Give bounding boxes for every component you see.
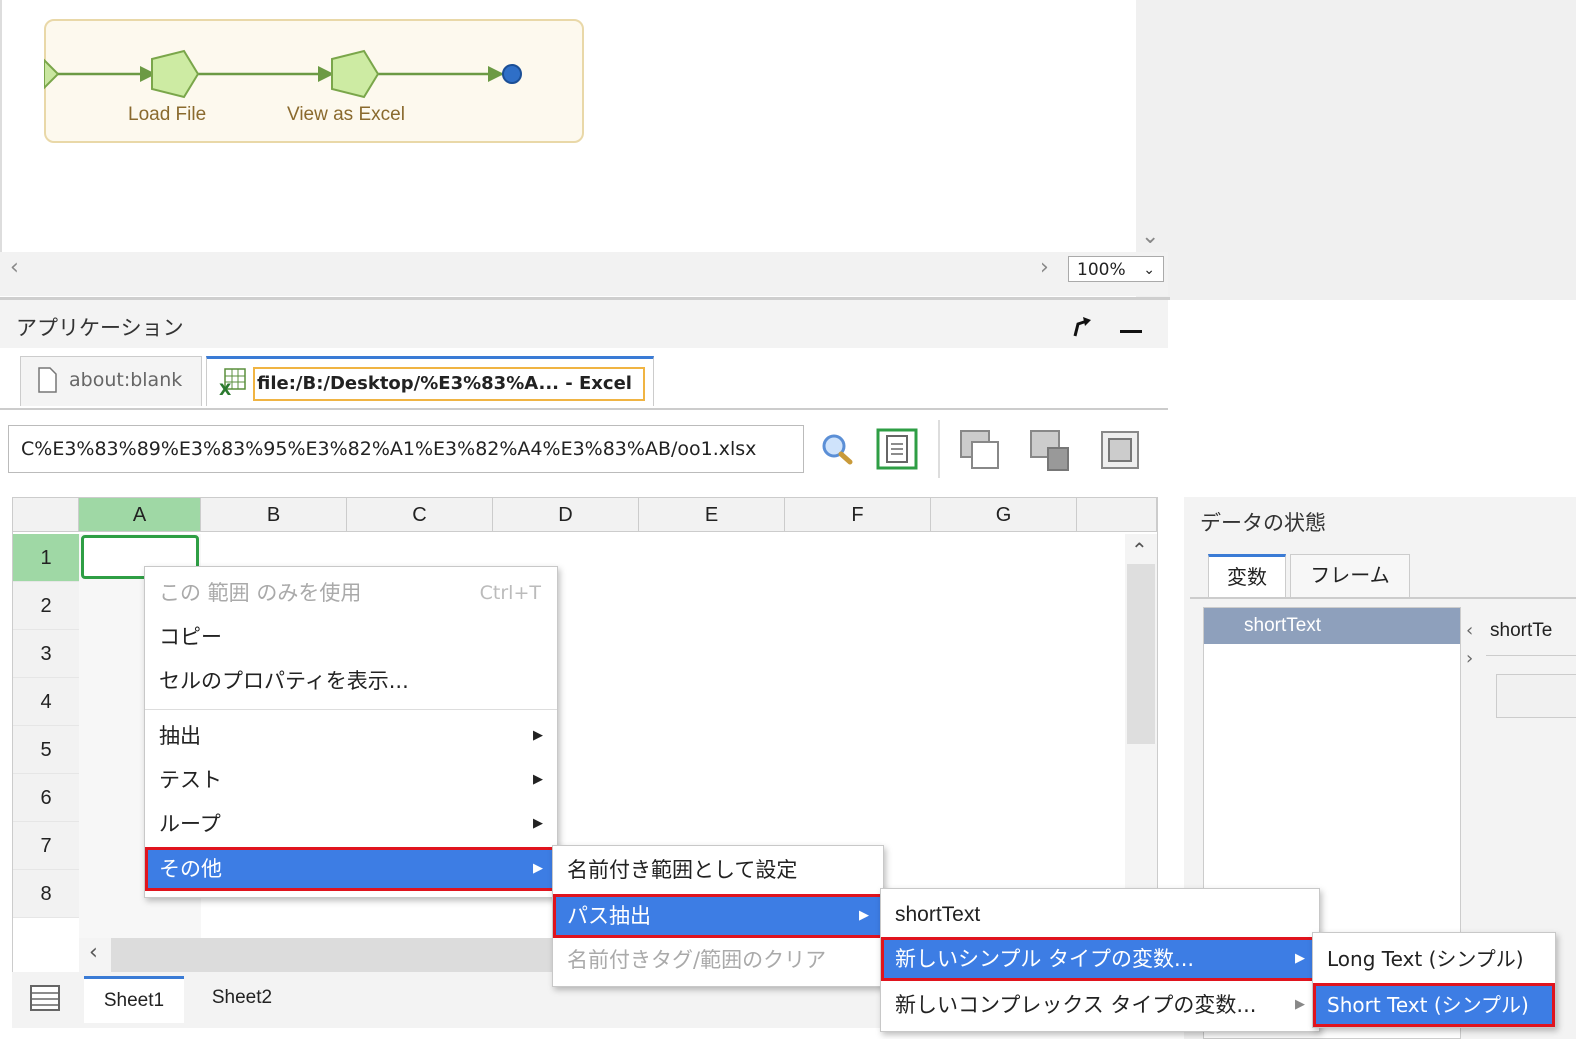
grid-scroll-left-icon[interactable]: ‹ <box>89 940 98 965</box>
menu-separator <box>145 709 557 710</box>
window-zoom-icon[interactable] <box>1098 428 1142 472</box>
submenu-arrow-icon: ▶ <box>533 861 543 876</box>
column-header-f[interactable]: F <box>785 498 931 532</box>
menu-item-use-this-range-only: この 範囲 のみを使用 Ctrl+T <box>145 571 557 615</box>
application-pane-title: アプリケーション <box>16 316 184 340</box>
workflow-arrows <box>44 58 522 90</box>
window-capture-icon[interactable] <box>958 428 1002 472</box>
row-header-2[interactable]: 2 <box>13 582 79 630</box>
column-header-e[interactable]: E <box>639 498 785 532</box>
collapse-left-icon[interactable]: ‹ <box>1466 620 1473 641</box>
scroll-up-icon[interactable]: ⌃ <box>1131 538 1148 562</box>
context-menu: この 範囲 のみを使用 Ctrl+T コピー セルのプロパティを表示... 抽出 ▶… <box>144 566 558 898</box>
menu-item-new-complex-variable[interactable]: 新しいコンプレックス タイプの変数... ▶ <box>881 983 1319 1027</box>
scroll-left-icon[interactable]: ‹ <box>10 255 19 280</box>
column-header-d[interactable]: D <box>493 498 639 532</box>
tab-frames[interactable]: フレーム <box>1290 554 1410 598</box>
excel-icon: X <box>219 368 246 397</box>
menu-item-set-as-named-range[interactable]: 名前付き範囲として設定 <box>553 848 883 892</box>
tab-label: about:blank <box>69 369 183 391</box>
view-as-excel-step-icon[interactable] <box>330 49 380 99</box>
sheet-tab-sheet2[interactable]: Sheet2 <box>192 976 292 1020</box>
shortcut-label: Ctrl+T <box>479 582 541 604</box>
submenu-arrow-icon: ▶ <box>533 816 543 831</box>
row-header-1[interactable]: 1 <box>13 534 79 582</box>
tab-about-blank[interactable]: about:blank <box>20 356 202 406</box>
variable-item-shorttext[interactable]: shortText <box>1204 608 1460 644</box>
load-file-step-icon[interactable] <box>150 49 200 99</box>
page-icon <box>38 367 57 393</box>
scroll-right-icon[interactable]: › <box>1040 255 1049 280</box>
submenu-arrow-icon: ▶ <box>533 772 543 787</box>
row-header-8[interactable]: 8 <box>13 870 79 918</box>
step-label-view-as-excel: View as Excel <box>287 104 405 125</box>
row-header-4[interactable]: 4 <box>13 678 79 726</box>
sheet-list-icon[interactable] <box>30 985 60 1011</box>
menu-item-extract[interactable]: 抽出 ▶ <box>145 714 557 758</box>
menu-item-path-extract[interactable]: パス抽出 ▶ <box>553 894 883 938</box>
url-field[interactable]: C%E3%83%89%E3%83%95%E3%82%A1%E3%82%A4%E3… <box>8 425 804 473</box>
step-label-load-file: Load File <box>128 104 207 125</box>
detail-divider <box>1486 655 1576 656</box>
chevron-down-icon: ⌄ <box>1143 262 1155 278</box>
tab-variables[interactable]: 変数 <box>1208 554 1286 598</box>
submenu-arrow-icon: ▶ <box>533 728 543 743</box>
submenu-arrow-icon: ▶ <box>1295 951 1305 966</box>
collapse-right-icon[interactable]: › <box>1466 648 1473 669</box>
submenu-simple-type: Long Text (シンプル) Short Text (シンプル) <box>1312 932 1556 1028</box>
zoom-select[interactable]: 100% ⌄ <box>1068 256 1164 282</box>
row-header-3[interactable]: 3 <box>13 630 79 678</box>
menu-item-copy[interactable]: コピー <box>145 615 557 659</box>
canvas-side-panel <box>1136 0 1576 300</box>
horizontal-scrollbar[interactable] <box>0 252 1168 296</box>
tab-label: file:/B:/Desktop/%E3%83%A... - Excel <box>253 367 645 401</box>
row-header-7[interactable]: 7 <box>13 822 79 870</box>
toolbar-separator <box>938 420 940 478</box>
column-header-a[interactable]: A <box>79 498 201 532</box>
row-header-6[interactable]: 6 <box>13 774 79 822</box>
row-header-5[interactable]: 5 <box>13 726 79 774</box>
scroll-down-icon[interactable]: ⌄ <box>1141 224 1159 249</box>
column-header-blank <box>1077 498 1157 532</box>
sheet-tab-sheet1[interactable]: Sheet1 <box>84 976 184 1023</box>
corner-header[interactable] <box>13 498 79 532</box>
menu-item-loop[interactable]: ループ ▶ <box>145 802 557 846</box>
menu-item-short-text-simple[interactable]: Short Text (シンプル) <box>1313 983 1555 1027</box>
menu-item-new-simple-variable[interactable]: 新しいシンプル タイプの変数... ▶ <box>881 937 1319 981</box>
submenu-arrow-icon: ▶ <box>1295 997 1305 1012</box>
svg-text:X: X <box>219 380 232 397</box>
menu-item-show-cell-properties[interactable]: セルのプロパティを表示... <box>145 659 557 703</box>
menu-item-clear-named-tag-range: 名前付きタグ/範囲のクリア <box>567 948 827 972</box>
column-header-c[interactable]: C <box>347 498 493 532</box>
data-state-title: データの状態 <box>1200 511 1326 535</box>
menu-item-shorttext[interactable]: shortText <box>881 893 1319 937</box>
submenu-other: 名前付き範囲として設定 パス抽出 ▶ 名前付きタグ/範囲のクリア <box>552 845 884 987</box>
submenu-path-extract: shortText 新しいシンプル タイプの変数... ▶ 新しいコンプレックス … <box>880 888 1320 1032</box>
column-header-b[interactable]: B <box>201 498 347 532</box>
column-header-g[interactable]: G <box>931 498 1077 532</box>
minimize-icon[interactable] <box>1120 330 1142 333</box>
menu-item-other[interactable]: その他 ▶ <box>145 847 557 891</box>
tab-excel-file[interactable]: X file:/B:/Desktop/%E3%83%A... - Excel <box>206 356 654 406</box>
submenu-arrow-icon: ▶ <box>859 908 869 923</box>
search-icon[interactable] <box>816 428 860 472</box>
menu-item-long-text-simple[interactable]: Long Text (シンプル) <box>1313 937 1555 981</box>
vertical-scroll-thumb[interactable] <box>1127 564 1155 744</box>
variable-detail-label: shortTe <box>1490 620 1553 641</box>
detail-field[interactable] <box>1496 674 1576 718</box>
clipboard-icon[interactable] <box>876 428 920 472</box>
window-delete-icon[interactable] <box>1028 428 1072 472</box>
undock-icon[interactable] <box>1070 316 1092 338</box>
menu-item-test[interactable]: テスト ▶ <box>145 758 557 802</box>
zoom-value: 100% <box>1077 260 1126 280</box>
